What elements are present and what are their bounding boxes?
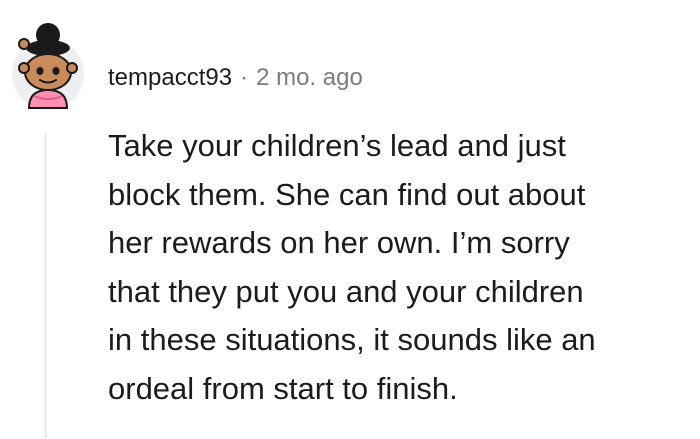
user-avatar[interactable] (12, 22, 84, 112)
comment-meta: tempacct93 · 2 mo. ago (108, 61, 363, 95)
comment-body-line: her rewards on her own. I’m sorry (108, 225, 570, 260)
thread-collapse-line[interactable] (44, 132, 47, 439)
comment-body-line: in these situations, it sounds like an (108, 322, 596, 357)
meta-separator: · (240, 64, 249, 91)
comment-body-line: block them. She can find out about (108, 176, 586, 212)
comment: tempacct93 · 2 mo. ago Take your childre… (0, 0, 700, 439)
comment-body: Take your children’s lead and just block… (108, 122, 696, 413)
comment-body-line: Take your children’s lead and just (108, 128, 566, 163)
comment-timestamp[interactable]: 2 mo. ago (256, 61, 363, 95)
snoo-avatar-icon (12, 23, 84, 110)
author-username[interactable]: tempacct93 (108, 61, 232, 95)
comment-body-line: ordeal from start to finish. (108, 370, 458, 406)
comment-body-line: that they put you and your children (108, 273, 584, 309)
